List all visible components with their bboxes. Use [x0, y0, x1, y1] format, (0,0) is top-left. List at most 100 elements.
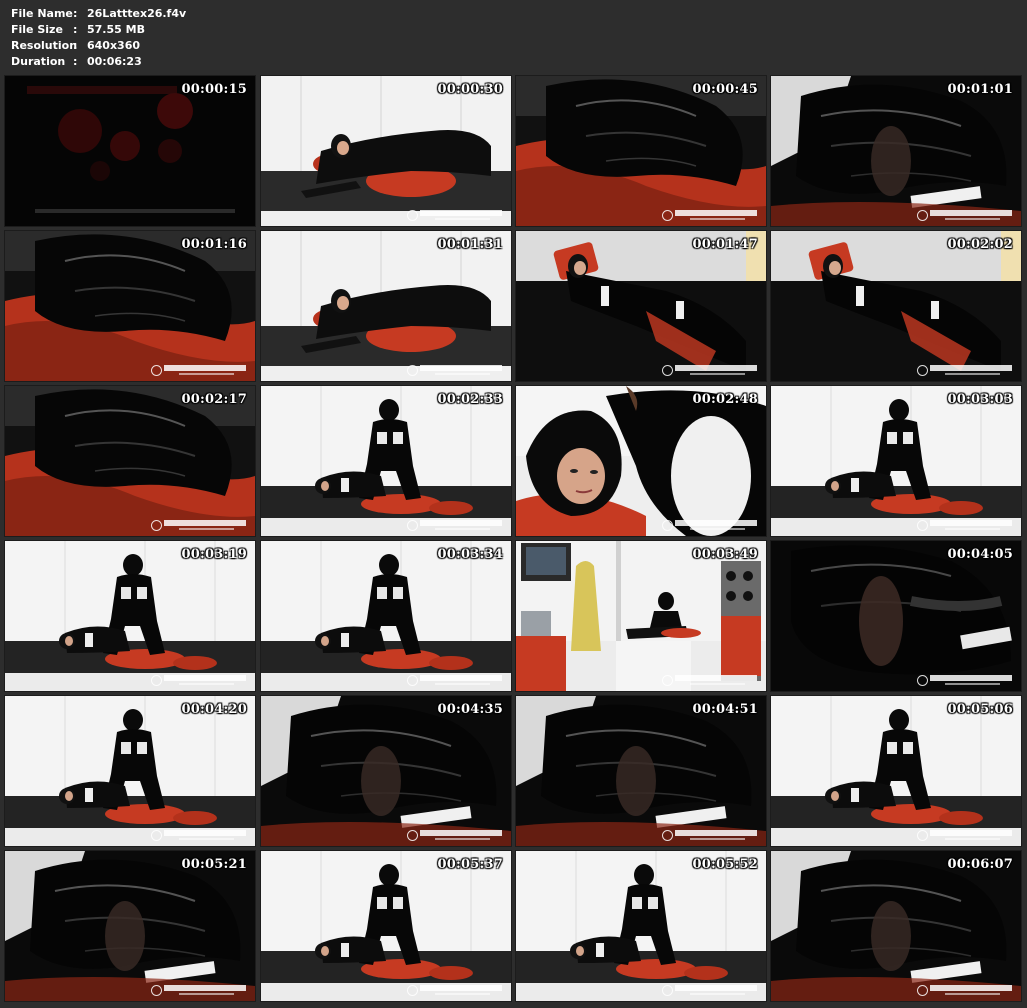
- duration-label: Duration: [11, 55, 66, 68]
- colon: :: [73, 39, 78, 52]
- watermark-logo: [917, 518, 1013, 532]
- timestamp: 00:02:33: [437, 392, 503, 407]
- resolution-label: Resolution: [11, 39, 78, 52]
- thumbnail: 00:00:30: [261, 76, 511, 226]
- timestamp: 00:04:51: [692, 702, 758, 717]
- thumbnail: 00:01:47: [516, 231, 766, 381]
- thumbnail: 00:04:20: [5, 696, 255, 846]
- timestamp: 00:03:49: [692, 547, 758, 562]
- thumbnail: 00:05:06: [771, 696, 1021, 846]
- watermark-logo: [917, 983, 1013, 997]
- timestamp: 00:01:31: [437, 237, 503, 252]
- timestamp: 00:00:45: [692, 82, 758, 97]
- thumbnail: 00:03:49: [516, 541, 766, 691]
- colon: :: [73, 23, 78, 36]
- timestamp: 00:05:52: [692, 857, 758, 872]
- watermark-logo: [662, 828, 758, 842]
- watermark-logo: [662, 363, 758, 377]
- timestamp: 00:04:20: [181, 702, 247, 717]
- video-frame-image: [516, 851, 766, 1001]
- timestamp: 00:01:47: [692, 237, 758, 252]
- file-info-panel: File Name : 26Latttex26.f4v File Size : …: [11, 6, 186, 70]
- video-frame-image: [771, 541, 1021, 691]
- file-name-value: 26Latttex26.f4v: [87, 7, 187, 20]
- resolution-row: Resolution : 640x360: [11, 38, 186, 54]
- thumbnail: 00:04:05: [771, 541, 1021, 691]
- timestamp: 00:02:02: [947, 237, 1013, 252]
- thumbnail: 00:03:34: [261, 541, 511, 691]
- timestamp: 00:01:16: [181, 237, 247, 252]
- timestamp: 00:06:07: [947, 857, 1013, 872]
- timestamp: 00:04:05: [947, 547, 1013, 562]
- file-size-label: File Size: [11, 23, 63, 36]
- watermark-logo: [662, 208, 758, 222]
- watermark-logo: [917, 208, 1013, 222]
- timestamp: 00:05:21: [181, 857, 247, 872]
- watermark-logo: [151, 828, 247, 842]
- video-frame-image: [261, 231, 511, 381]
- resolution-value: 640x360: [87, 39, 141, 52]
- timestamp: 00:02:48: [692, 392, 758, 407]
- file-size-value: 57.55 MB: [87, 23, 145, 36]
- colon: :: [73, 55, 78, 68]
- thumbnail: 00:06:07: [771, 851, 1021, 1001]
- video-frame-image: [771, 76, 1021, 226]
- video-frame-image: [5, 386, 255, 536]
- watermark-logo: [151, 363, 247, 377]
- thumbnail: 00:03:19: [5, 541, 255, 691]
- video-frame-image: [5, 231, 255, 381]
- video-frame-image: [261, 541, 511, 691]
- watermark-logo: [662, 518, 758, 532]
- thumbnail: 00:04:51: [516, 696, 766, 846]
- video-frame-image: [5, 76, 255, 226]
- thumbnail: 00:00:15: [5, 76, 255, 226]
- video-frame-image: [261, 851, 511, 1001]
- thumbnail: 00:02:33: [261, 386, 511, 536]
- video-frame-image: [516, 696, 766, 846]
- colon: :: [73, 7, 78, 20]
- timestamp: 00:05:37: [437, 857, 503, 872]
- watermark-logo: [407, 828, 503, 842]
- video-frame-image: [771, 386, 1021, 536]
- watermark-logo: [151, 518, 247, 532]
- thumbnail: 00:04:35: [261, 696, 511, 846]
- timestamp: 00:01:01: [947, 82, 1013, 97]
- watermark-logo: [917, 363, 1013, 377]
- thumbnail: 00:01:01: [771, 76, 1021, 226]
- watermark-logo: [407, 208, 503, 222]
- video-frame-image: [771, 231, 1021, 381]
- video-frame-image: [771, 696, 1021, 846]
- video-frame-image: [5, 851, 255, 1001]
- video-frame-image: [261, 76, 511, 226]
- timestamp: 00:04:35: [437, 702, 503, 717]
- video-frame-image: [516, 231, 766, 381]
- thumbnail: 00:02:48: [516, 386, 766, 536]
- video-frame-image: [261, 386, 511, 536]
- thumbnail: 00:01:16: [5, 231, 255, 381]
- thumbnail: 00:05:37: [261, 851, 511, 1001]
- watermark-logo: [407, 983, 503, 997]
- video-frame-image: [516, 386, 766, 536]
- watermark-logo: [407, 518, 503, 532]
- duration-value: 00:06:23: [87, 55, 142, 68]
- watermark-logo: [407, 363, 503, 377]
- contact-sheet: File Name : 26Latttex26.f4v File Size : …: [0, 0, 1027, 1008]
- timestamp: 00:03:34: [437, 547, 503, 562]
- timestamp: 00:00:15: [181, 82, 247, 97]
- thumbnail: 00:01:31: [261, 231, 511, 381]
- timestamp: 00:03:19: [181, 547, 247, 562]
- thumbnail-grid: 00:00:15 00:00:30 00:00:45 00:01:01 00:01:16…: [5, 76, 1023, 1004]
- video-frame-image: [5, 541, 255, 691]
- watermark-logo: [917, 828, 1013, 842]
- video-frame-image: [5, 696, 255, 846]
- duration-row: Duration : 00:06:23: [11, 54, 186, 70]
- watermark-logo: [151, 673, 247, 687]
- thumbnail: 00:03:03: [771, 386, 1021, 536]
- watermark-logo: [917, 673, 1013, 687]
- watermark-logo: [662, 983, 758, 997]
- thumbnail: 00:02:17: [5, 386, 255, 536]
- thumbnail: 00:02:02: [771, 231, 1021, 381]
- watermark-logo: [662, 673, 758, 687]
- video-frame-image: [261, 696, 511, 846]
- file-name-row: File Name : 26Latttex26.f4v: [11, 6, 186, 22]
